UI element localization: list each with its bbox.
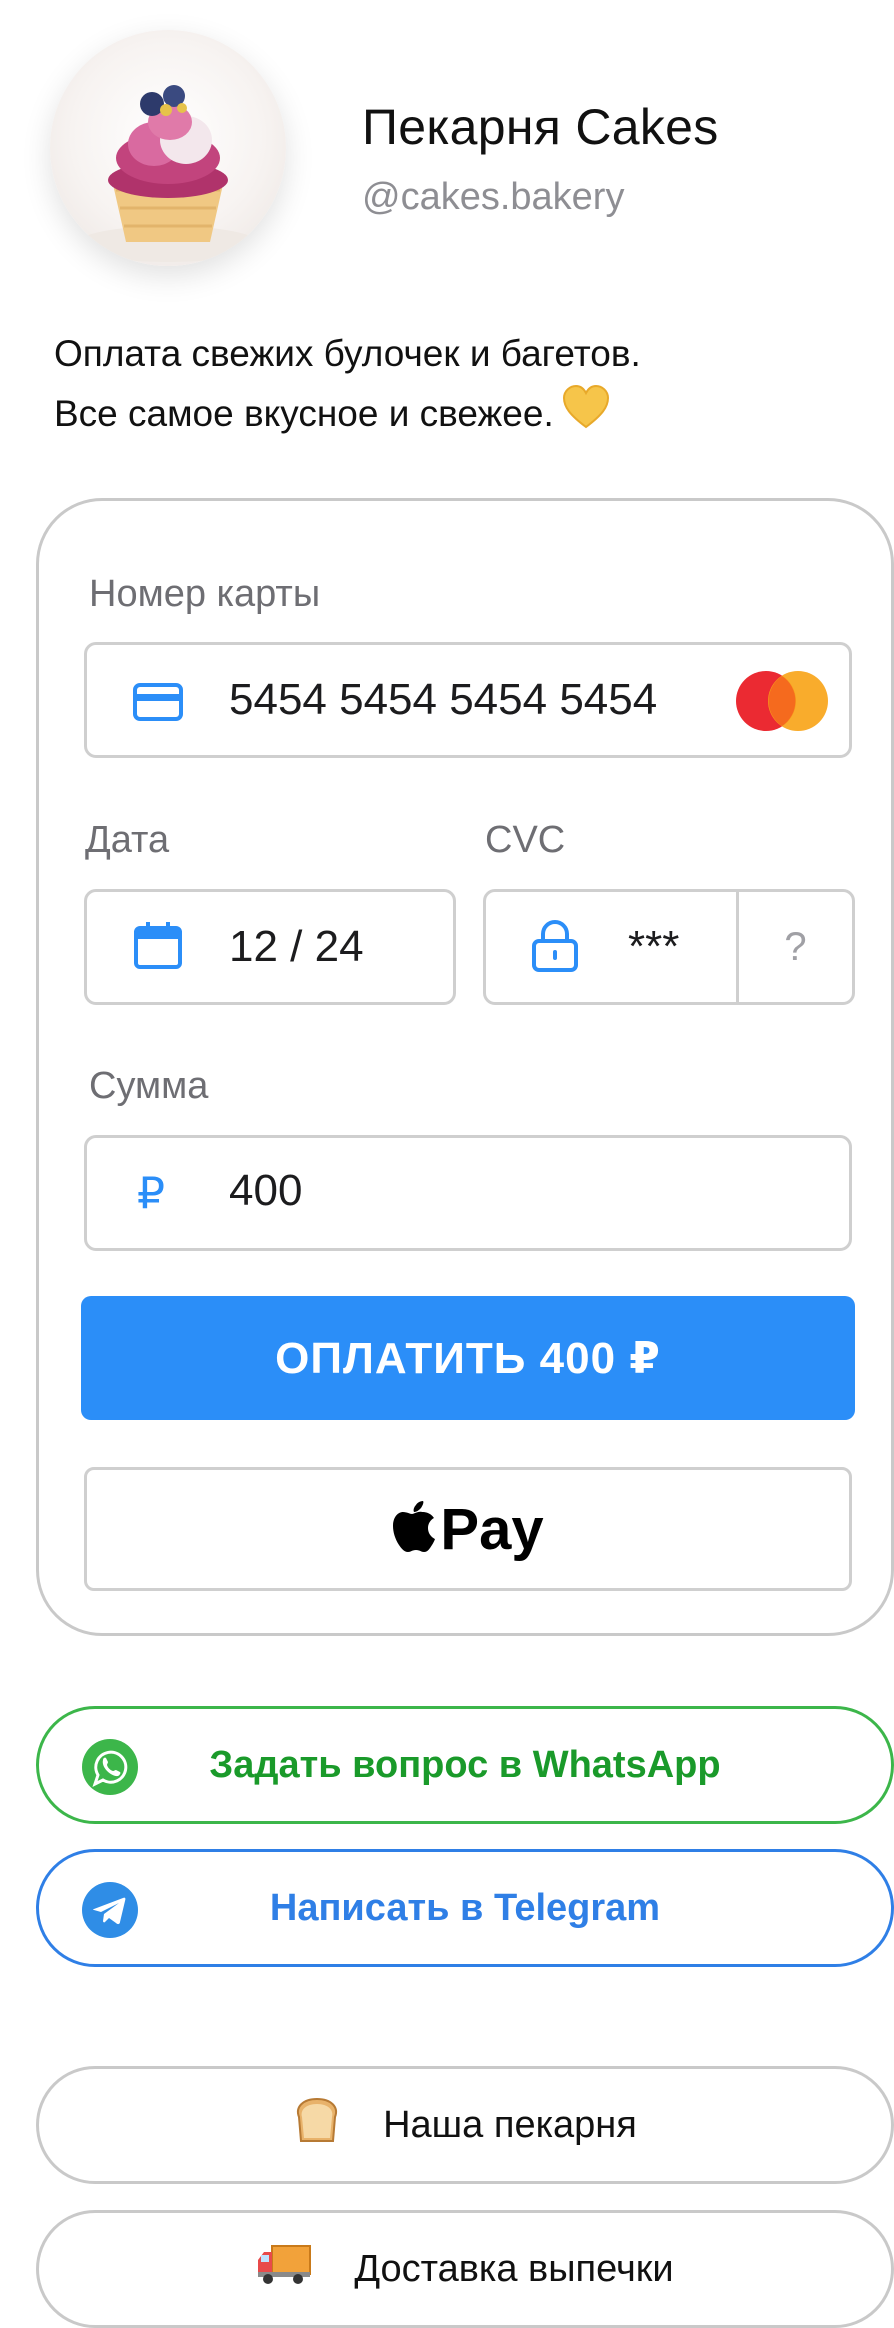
telegram-icon xyxy=(81,1881,139,1949)
whatsapp-icon xyxy=(81,1738,139,1806)
shop-handle: @cakes.bakery xyxy=(362,176,625,218)
whatsapp-button[interactable]: Задать вопрос в WhatsApp xyxy=(36,1706,894,1824)
yellow-heart-icon xyxy=(562,385,610,447)
cvc-field[interactable]: *** ? xyxy=(483,889,855,1005)
card-number-value: 5454 5454 5454 5454 xyxy=(229,675,658,724)
amount-field[interactable]: ₽ 400 xyxy=(84,1135,852,1251)
apple-icon xyxy=(392,1500,436,1558)
cvc-label: CVC xyxy=(485,819,566,861)
delivery-link-button[interactable]: Доставка выпечки xyxy=(36,2210,894,2328)
telegram-button[interactable]: Написать в Telegram xyxy=(36,1849,894,1967)
card-number-field[interactable]: 5454 5454 5454 5454 xyxy=(84,642,852,758)
shop-name: Пекарня Cakes xyxy=(362,99,719,155)
calendar-icon xyxy=(133,920,183,975)
shop-description: Оплата свежих булочек и багетов. Все сам… xyxy=(54,324,641,447)
description-line-1: Оплата свежих булочек и багетов. xyxy=(54,333,641,374)
apple-pay-button[interactable]: Pay xyxy=(84,1467,852,1591)
date-label: Дата xyxy=(85,819,170,861)
pay-button[interactable]: ОПЛАТИТЬ 400 ₽ xyxy=(81,1296,855,1420)
date-value: 12 / 24 xyxy=(229,922,364,971)
bakery-link-button[interactable]: Наша пекарня xyxy=(36,2066,894,2184)
credit-card-icon xyxy=(133,683,183,726)
delivery-truck-icon xyxy=(256,2242,312,2296)
cupcake-photo xyxy=(76,85,260,262)
amount-label: Сумма xyxy=(89,1065,209,1107)
lock-icon xyxy=(530,918,580,977)
ruble-icon: ₽ xyxy=(137,1169,165,1218)
delivery-link-label: Доставка выпечки xyxy=(354,2247,674,2290)
cvc-value: *** xyxy=(628,922,680,971)
bread-icon xyxy=(293,2097,341,2153)
payment-form: Номер карты 5454 5454 5454 5454 Дата 12 … xyxy=(36,498,894,1636)
whatsapp-label: Задать вопрос в WhatsApp xyxy=(209,1743,721,1786)
avatar xyxy=(50,30,286,266)
cvc-help-button[interactable]: ? xyxy=(739,892,852,1002)
description-line-2: Все самое вкусное и свежее. xyxy=(54,384,641,447)
mastercard-icon xyxy=(733,669,831,738)
card-number-label: Номер карты xyxy=(89,573,321,615)
apple-pay-label: Pay xyxy=(440,1496,544,1562)
amount-value: 400 xyxy=(229,1166,303,1215)
telegram-label: Написать в Telegram xyxy=(269,1886,661,1929)
date-field[interactable]: 12 / 24 xyxy=(84,889,456,1005)
bakery-link-label: Наша пекарня xyxy=(383,2103,637,2146)
